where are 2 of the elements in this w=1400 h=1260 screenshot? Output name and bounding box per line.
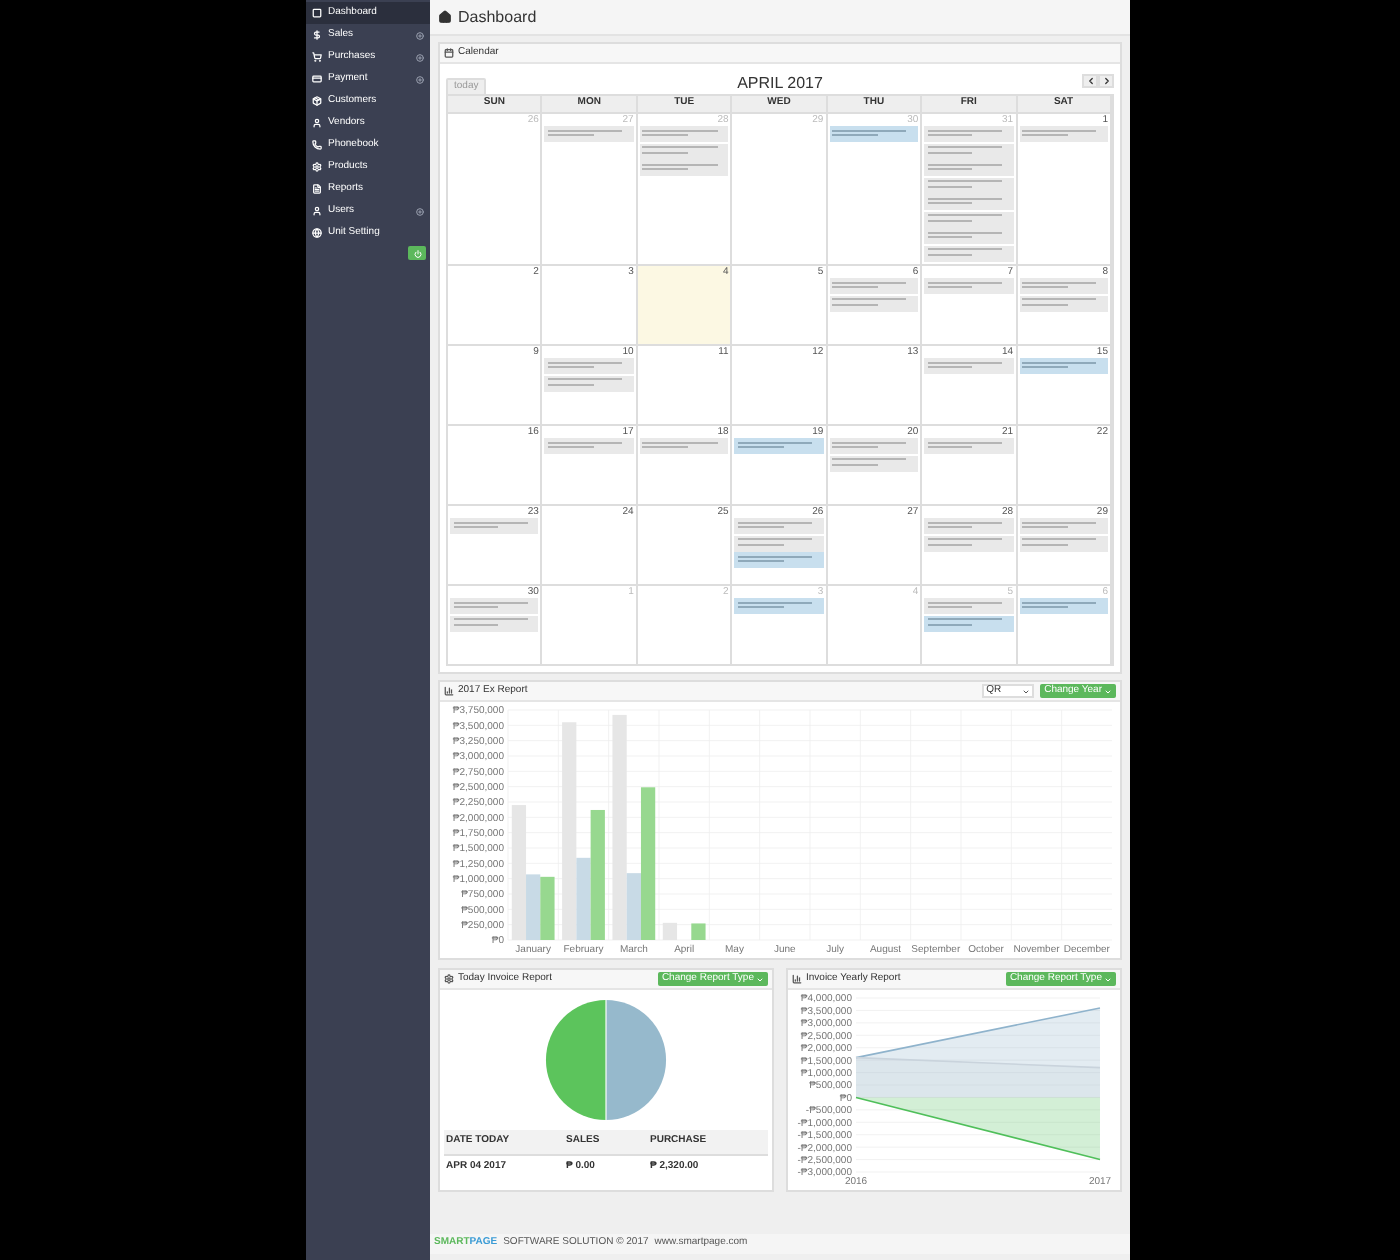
month-title: APRIL 2017 [737,74,823,92]
page-title: Dashboard [458,5,537,29]
